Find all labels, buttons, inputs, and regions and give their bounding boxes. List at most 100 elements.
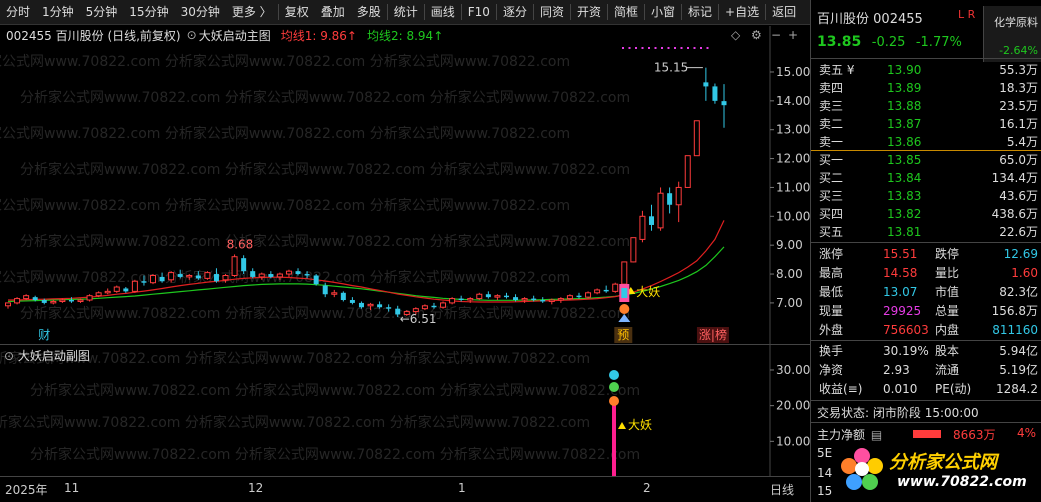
sector-change: -2.64% (999, 44, 1038, 57)
stat-row[interactable]: 最高 14.58 量比 1.60 (811, 264, 1041, 282)
y-tick-label: 30.00 (776, 363, 810, 377)
toolbar-item-14[interactable]: 开资 (571, 0, 607, 25)
menu-icon[interactable]: ▤ (871, 428, 882, 442)
tag-yu: 预 (617, 328, 629, 342)
price-change: -0.25 (871, 35, 906, 50)
watermark-text: 分析家公式网www.70822.com 分析家公式网www.70822.com … (0, 53, 570, 70)
toolbar-item-9[interactable]: 统计 (388, 0, 424, 25)
y-tick-label: 20.00 (776, 399, 810, 413)
sub-chart-panel[interactable]: 分析家公式网www.70822.com 分析家公式网www.70822.com … (0, 344, 810, 477)
toolbar-item-15[interactable]: 简框 (608, 0, 644, 25)
toolbar-item-12[interactable]: 逐分 (497, 0, 533, 25)
bid-row[interactable]: 买五 13.81 22.6万 (811, 223, 1041, 241)
candle-body (467, 298, 474, 301)
signal-box-inner (621, 288, 628, 298)
toolbar-item-5[interactable]: 更多 〉 (226, 0, 278, 25)
fundamental-row[interactable]: 换手 30.19% 股本 5.94亿 (811, 342, 1041, 360)
divider (811, 242, 1041, 243)
toolbar-item-18[interactable]: +自选 (719, 0, 765, 25)
y-tick-label: 7.00 (776, 296, 803, 310)
toolbar-item-7[interactable]: 叠加 (315, 0, 351, 25)
toolbar-item-13[interactable]: 同资 (534, 0, 570, 25)
signal-dot (667, 47, 670, 49)
minus-icon[interactable]: − (771, 28, 781, 42)
fund-label: 换手 (819, 344, 844, 358)
stat-row[interactable]: 外盘 756603 内盘 811160 (811, 321, 1041, 339)
sub-indicator-icon[interactable]: ⊙ (4, 349, 14, 363)
toolbar-item-8[interactable]: 多股 (351, 0, 387, 25)
ask-row[interactable]: 卖三 13.88 23.5万 (811, 97, 1041, 115)
period-label[interactable]: 日线 (770, 481, 794, 498)
stat-row[interactable]: 现量 29925 总量 156.8万 (811, 302, 1041, 320)
settings-icon[interactable]: ⚙ (751, 28, 762, 42)
fundamental-row[interactable]: 收益(≡) 0.010 PE(动) 1284.2 (811, 380, 1041, 398)
candle-body (386, 307, 392, 309)
diamond-icon[interactable]: ◇ (731, 28, 740, 42)
time-label-nov: 11 (64, 481, 80, 495)
flower-logo-icon (841, 448, 883, 490)
toolbar-item-10[interactable]: 画线 (425, 0, 461, 25)
fundamental-row[interactable]: 净资 2.93 流通 5.19亿 (811, 361, 1041, 379)
candle-body (421, 305, 428, 310)
candle-body (667, 193, 673, 205)
candle-body (204, 272, 211, 279)
toolbar-item-16[interactable]: 小窗 (645, 0, 681, 25)
candle-body (639, 215, 646, 240)
candle-body (566, 295, 573, 300)
candle-body (123, 288, 129, 292)
bid-row[interactable]: 买四 13.82 438.6万 (811, 205, 1041, 223)
ask-price: 13.86 (887, 135, 922, 149)
bid-row[interactable]: 买三 13.83 43.6万 (811, 187, 1041, 205)
bid-volume: 65.0万 (999, 153, 1038, 167)
sector-box[interactable]: 化学原料 -2.64% (983, 6, 1041, 62)
flower-icon (609, 382, 619, 392)
time-label-year: 2025年 (5, 483, 48, 497)
toolbar-item-11[interactable]: F10 (462, 0, 496, 25)
quote-panel: 百川股份 002455 L R 化学原料 -2.64% 13.85 -0.25 … (810, 0, 1041, 502)
ask-row[interactable]: 卖四 13.89 18.3万 (811, 79, 1041, 97)
plus-icon[interactable]: + (788, 28, 798, 42)
toolbar-item-0[interactable]: 分时 (0, 0, 36, 25)
toolbar-item-2[interactable]: 5分钟 (80, 0, 124, 25)
sector-name: 化学原料 (994, 16, 1038, 29)
stat-value: 811160 (992, 323, 1038, 337)
ask-row[interactable]: 卖一 13.86 5.4万 (811, 133, 1041, 151)
y-tick-label: 10.00 (776, 434, 810, 448)
toolbar-item-1[interactable]: 1分钟 (36, 0, 80, 25)
toolbar-item-3[interactable]: 15分钟 (123, 0, 174, 25)
stat-row[interactable]: 最低 13.07 市值 82.3亿 (811, 283, 1041, 301)
bid-row[interactable]: 买二 13.84 134.4万 (811, 169, 1041, 187)
signal-dot (628, 47, 631, 49)
stat-row[interactable]: 涨停 15.51 跌停 12.69 (811, 245, 1041, 263)
candle-body (349, 300, 355, 303)
fund-value: 5.94亿 (999, 344, 1038, 358)
stat-value: 14.58 (883, 266, 918, 280)
signal-dot (654, 47, 657, 49)
toolbar-item-19[interactable]: 返回 (766, 0, 802, 25)
candle-body (657, 192, 664, 229)
bottom-label-2: 14 (817, 466, 833, 480)
ask-row[interactable]: 卖五 ¥ 13.90 55.3万 (811, 61, 1041, 79)
sub-indicator-chart[interactable]: 分析家公式网www.70822.com 分析家公式网www.70822.com … (0, 345, 810, 477)
candle-body (195, 275, 201, 279)
toolbar-item-4[interactable]: 30分钟 (175, 0, 226, 25)
signal-dot (693, 47, 696, 49)
ask-row[interactable]: 卖二 13.87 16.1万 (811, 115, 1041, 133)
sub-indicator-name[interactable]: 大妖启动副图 (18, 349, 90, 363)
signal-flower-icon (619, 304, 630, 314)
lr-badge[interactable]: L R (958, 8, 975, 21)
main-chart-panel[interactable]: 分析家公式网www.70822.com 分析家公式网www.70822.com … (0, 26, 810, 344)
stat-label: 涨停 (819, 247, 844, 261)
signal-label: 大妖 (636, 285, 660, 299)
indicator-dropdown-icon[interactable]: ⊙ (187, 28, 197, 42)
toolbar-item-6[interactable]: 复权 (279, 0, 315, 25)
candle-body (14, 298, 21, 304)
bid-row[interactable]: 买一 13.85 65.0万 (811, 151, 1041, 169)
toolbar-item-17[interactable]: 标记 (682, 0, 718, 25)
candle-body (712, 86, 718, 101)
indicator-name[interactable]: 大妖启动主图 (199, 27, 271, 44)
peak-price-label: 15.15 (654, 61, 688, 75)
candle-body (104, 290, 111, 294)
ask-volume: 5.4万 (1006, 135, 1038, 149)
candlestick-chart[interactable]: 分析家公式网www.70822.com 分析家公式网www.70822.com … (0, 26, 810, 344)
